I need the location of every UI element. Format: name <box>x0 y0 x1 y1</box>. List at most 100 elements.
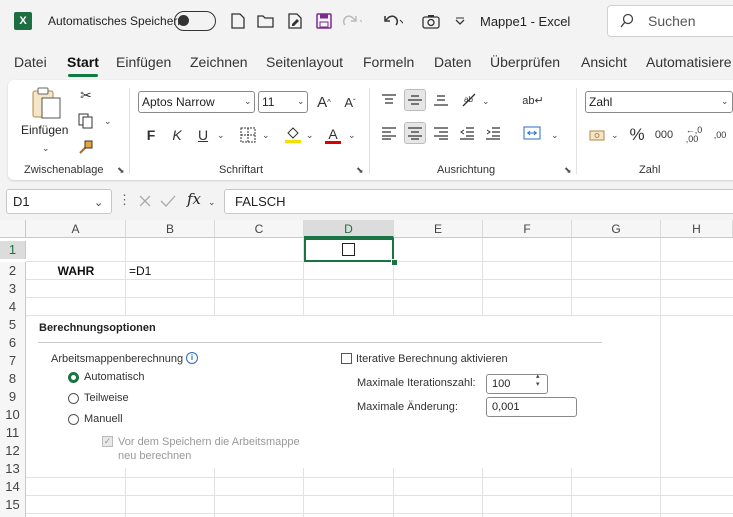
borders-icon[interactable] <box>237 124 259 146</box>
menu-automatisieren[interactable]: Automatisiere <box>646 54 732 70</box>
align-center-icon[interactable] <box>404 122 426 144</box>
row-header-7[interactable]: 7 <box>0 352 26 370</box>
accounting-format-icon[interactable] <box>587 124 609 146</box>
paste-icon[interactable] <box>30 86 62 123</box>
radio-automatic-label[interactable]: Automatisch <box>84 371 145 383</box>
open-folder-icon[interactable] <box>256 11 276 31</box>
orientation-dropdown-icon[interactable]: ⌄ <box>482 93 490 107</box>
info-icon[interactable]: i <box>186 352 198 364</box>
align-right-icon[interactable] <box>430 122 452 144</box>
menu-datei[interactable]: Datei <box>14 54 47 70</box>
row-header-4[interactable]: 4 <box>0 298 26 316</box>
customize-toolbar-icon[interactable] <box>450 11 470 31</box>
select-all-corner[interactable] <box>0 220 26 238</box>
menu-ansicht[interactable]: Ansicht <box>581 54 627 70</box>
radio-partial[interactable] <box>68 393 79 404</box>
clipboard-launcher-icon[interactable]: ⬊ <box>117 165 125 176</box>
spin-arrows-icon[interactable]: ▴ ▾ <box>536 373 540 389</box>
menu-formeln[interactable]: Formeln <box>363 54 414 70</box>
paste-label[interactable]: Einfügen <box>21 123 68 137</box>
row-header-15[interactable]: 15 <box>0 496 26 514</box>
alignment-launcher-icon[interactable]: ⬊ <box>564 165 572 176</box>
wrap-text-icon[interactable]: ab↵ <box>522 89 544 111</box>
column-header-a[interactable]: A <box>26 220 126 238</box>
align-top-icon[interactable] <box>378 89 400 111</box>
fill-color-icon[interactable] <box>282 124 304 146</box>
row-header-12[interactable]: 12 <box>0 442 26 460</box>
menu-ueberpruefen[interactable]: Überprüfen <box>490 54 560 70</box>
decrease-indent-icon[interactable] <box>456 122 478 144</box>
number-format-select[interactable]: Zahl <box>585 91 733 113</box>
fill-color-dropdown-icon[interactable]: ⌄ <box>306 127 314 141</box>
row-header-14[interactable]: 14 <box>0 478 26 496</box>
row-header-9[interactable]: 9 <box>0 388 26 406</box>
menu-seitenlayout[interactable]: Seitenlayout <box>266 54 343 70</box>
copy-icon[interactable] <box>75 110 97 132</box>
column-header-d[interactable]: D <box>304 220 394 238</box>
radio-partial-label[interactable]: Teilweise <box>84 392 129 404</box>
row-header-11[interactable]: 11 <box>0 424 26 442</box>
menu-zeichnen[interactable]: Zeichnen <box>190 54 248 70</box>
cut-icon[interactable]: ✂ <box>75 84 97 106</box>
row-header-1[interactable]: 1 <box>0 241 26 259</box>
percent-button[interactable]: % <box>626 124 648 146</box>
cell-b2[interactable]: =D1 <box>129 264 151 278</box>
font-color-icon[interactable]: A <box>322 124 344 146</box>
align-left-icon[interactable] <box>378 122 400 144</box>
save-icon[interactable] <box>314 11 334 31</box>
bold-button[interactable]: F <box>140 124 162 146</box>
increase-indent-icon[interactable] <box>482 122 504 144</box>
row-header-3[interactable]: 3 <box>0 280 26 298</box>
row-header-8[interactable]: 8 <box>0 370 26 388</box>
save-as-icon[interactable] <box>285 11 305 31</box>
menu-daten[interactable]: Daten <box>434 54 471 70</box>
new-file-icon[interactable] <box>228 11 248 31</box>
row-header-10[interactable]: 10 <box>0 406 26 424</box>
row-header-6[interactable]: 6 <box>0 334 26 352</box>
fill-handle[interactable] <box>391 259 398 266</box>
italic-button[interactable]: K <box>166 124 188 146</box>
column-header-f[interactable]: F <box>483 220 572 238</box>
radio-manual-label[interactable]: Manuell <box>84 413 123 425</box>
increase-font-icon[interactable]: A ^ <box>313 91 335 113</box>
radio-manual[interactable] <box>68 414 79 425</box>
column-header-g[interactable]: G <box>572 220 661 238</box>
font-launcher-icon[interactable]: ⬊ <box>356 165 364 176</box>
orientation-icon[interactable]: ab <box>459 89 481 111</box>
radio-automatic[interactable] <box>68 372 79 383</box>
merge-dropdown-icon[interactable]: ⌄ <box>551 127 559 141</box>
thousands-separator-button[interactable]: 000 <box>653 124 675 146</box>
cell-checkbox-d1[interactable] <box>342 243 355 256</box>
decrease-font-icon[interactable]: Aˇ <box>339 91 361 113</box>
autosave-toggle[interactable] <box>174 11 216 31</box>
column-header-c[interactable]: C <box>215 220 304 238</box>
menu-einfuegen[interactable]: Einfügen <box>116 54 171 70</box>
decrease-decimal-icon[interactable]: ,00 <box>709 124 731 146</box>
camera-icon[interactable] <box>421 11 441 31</box>
underline-dropdown-icon[interactable]: ⌄ <box>217 127 225 141</box>
max-change-input[interactable]: 0,001 <box>486 397 577 417</box>
iterative-calc-checkbox[interactable] <box>341 353 352 364</box>
column-header-e[interactable]: E <box>394 220 483 238</box>
menu-start[interactable]: Start <box>67 54 99 70</box>
formula-input[interactable]: FALSCH <box>224 189 733 214</box>
merge-center-icon[interactable] <box>521 122 543 144</box>
undo-icon[interactable] <box>383 11 403 31</box>
row-header-13[interactable]: 13 <box>0 460 26 478</box>
align-bottom-icon[interactable] <box>430 89 452 111</box>
row-header-5[interactable]: 5 <box>0 316 26 334</box>
insert-function-button[interactable]: fx <box>187 190 201 208</box>
font-name-select[interactable]: Aptos Narrow <box>138 91 255 113</box>
underline-button[interactable]: U <box>192 124 214 146</box>
align-middle-icon[interactable] <box>404 89 426 111</box>
cell-a2[interactable]: WAHR <box>26 264 126 278</box>
copy-dropdown-icon[interactable]: ⌄ <box>104 113 112 127</box>
column-header-b[interactable]: B <box>126 220 215 238</box>
column-header-h[interactable]: H <box>661 220 733 238</box>
paste-dropdown-icon[interactable]: ⌄ <box>42 140 50 154</box>
accounting-dropdown-icon[interactable]: ⌄ <box>611 127 619 141</box>
font-color-dropdown-icon[interactable]: ⌄ <box>348 127 356 141</box>
name-box-chevron-icon[interactable]: ⌄ <box>94 195 103 209</box>
format-painter-icon[interactable] <box>75 136 97 158</box>
increase-decimal-icon[interactable]: ←,0,00 <box>683 124 705 146</box>
